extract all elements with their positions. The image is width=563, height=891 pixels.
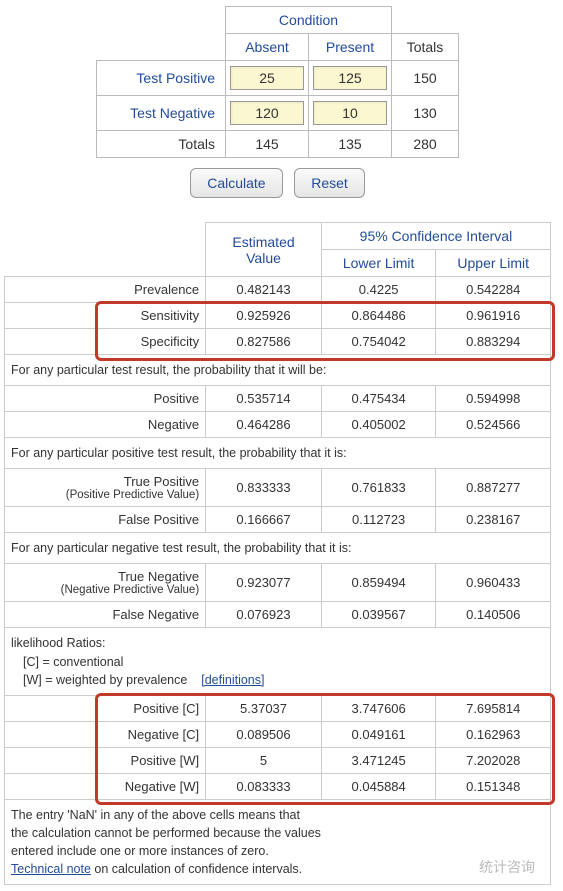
- condition-header: Condition: [226, 7, 392, 34]
- row-lr-negW: Negative [W] 0.083333 0.045884 0.151348: [5, 773, 551, 799]
- col-present: Present: [309, 34, 392, 61]
- contingency-table: Condition Absent Present Totals Test Pos…: [96, 6, 459, 158]
- reset-button[interactable]: Reset: [294, 168, 365, 198]
- row-false-negative: False Negative 0.076923 0.039567 0.14050…: [5, 602, 551, 628]
- row-true-positive: True Positive(Positive Predictive Value)…: [5, 469, 551, 507]
- header-upper: Upper Limit: [436, 250, 551, 277]
- note-anyneg: For any particular negative test result,…: [5, 533, 551, 564]
- row-lr-posC: Positive [C] 5.37037 3.747606 7.695814: [5, 695, 551, 721]
- calculate-button[interactable]: Calculate: [190, 168, 282, 198]
- input-absent-positive[interactable]: [230, 66, 304, 90]
- row-positive: Positive 0.535714 0.475434 0.594998: [5, 386, 551, 412]
- row-prevalence: Prevalence 0.482143 0.4225 0.542284: [5, 277, 551, 303]
- header-ci: 95% Confidence Interval: [321, 223, 550, 250]
- row-sensitivity: Sensitivity 0.925926 0.864486 0.961916: [5, 303, 551, 329]
- input-absent-negative[interactable]: [230, 101, 304, 125]
- total-negative: 130: [392, 96, 459, 131]
- row-true-negative: True Negative(Negative Predictive Value)…: [5, 564, 551, 602]
- row-totals: Totals: [97, 131, 226, 158]
- row-specificity: Specificity 0.827586 0.754042 0.883294: [5, 329, 551, 355]
- absent-total: 145: [226, 131, 309, 158]
- note-anypos: For any particular positive test result,…: [5, 438, 551, 469]
- row-negative: Negative 0.464286 0.405002 0.524566: [5, 412, 551, 438]
- row-false-positive: False Positive 0.166667 0.112723 0.23816…: [5, 507, 551, 533]
- row-lr-negC: Negative [C] 0.089506 0.049161 0.162963: [5, 721, 551, 747]
- note-lr: likelihood Ratios: [C] = conventional [W…: [5, 628, 551, 695]
- row-lr-posW: Positive [W] 5 3.471245 7.202028: [5, 747, 551, 773]
- results-table: Estimated Value 95% Confidence Interval …: [4, 222, 551, 885]
- note-anytest: For any particular test result, the prob…: [5, 355, 551, 386]
- total-positive: 150: [392, 61, 459, 96]
- grand-total: 280: [392, 131, 459, 158]
- row-test-negative: Test Negative: [97, 96, 226, 131]
- input-present-positive[interactable]: [313, 66, 387, 90]
- footer-note: The entry 'NaN' in any of the above cell…: [5, 799, 551, 885]
- row-test-positive: Test Positive: [97, 61, 226, 96]
- input-present-negative[interactable]: [313, 101, 387, 125]
- header-lower: Lower Limit: [321, 250, 436, 277]
- header-estimated: Estimated Value: [206, 223, 322, 277]
- definitions-link[interactable]: [definitions]: [201, 673, 264, 687]
- col-totals: Totals: [392, 34, 459, 61]
- present-total: 135: [309, 131, 392, 158]
- technical-note-link[interactable]: Technical note: [11, 862, 91, 876]
- col-absent: Absent: [226, 34, 309, 61]
